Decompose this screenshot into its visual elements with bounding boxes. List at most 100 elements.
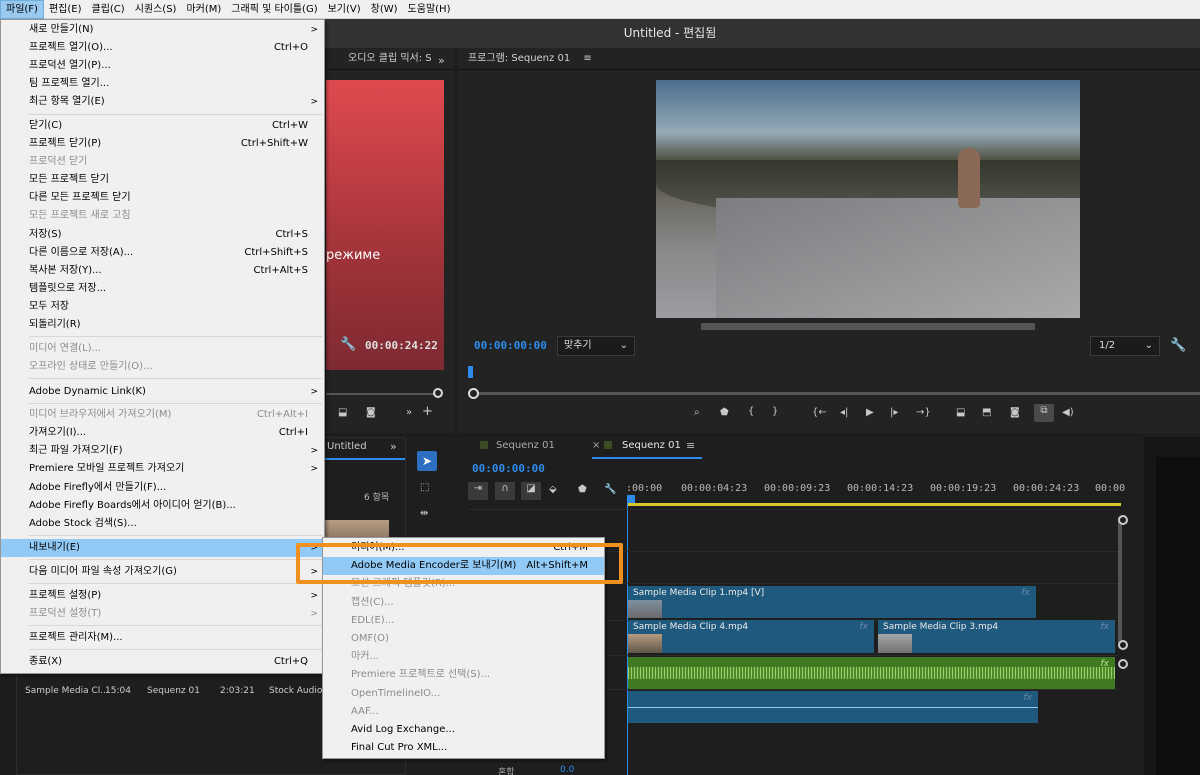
scrollbar-handle[interactable] xyxy=(1118,659,1128,669)
mark-out-icon[interactable]: } xyxy=(772,405,778,419)
file-menu-item-new[interactable]: 새로 만들기(N) > xyxy=(1,21,324,39)
export-item-premiere-project[interactable]: Premiere 프로젝트로 선택(S)... xyxy=(323,666,604,684)
add-icon[interactable]: + xyxy=(422,405,433,419)
more-icon[interactable]: » xyxy=(406,406,412,420)
file-menu-item-close-project[interactable]: 프로젝트 닫기(P) Ctrl+Shift+W xyxy=(1,135,324,153)
file-menu-item-close[interactable]: 닫기(C) Ctrl+W xyxy=(1,117,324,135)
file-menu-item-open-recent[interactable]: 최근 항목 열기(E) > xyxy=(1,93,324,111)
export-item-opentimelineio[interactable]: OpenTimelineIO... xyxy=(323,685,604,703)
source-panel-header[interactable]: 오디오 클립 믹서: S xyxy=(326,48,454,70)
mark-in-icon[interactable]: { xyxy=(748,405,754,419)
project-item-name[interactable]: Sample Media Cl... xyxy=(25,686,109,696)
menu-marker[interactable]: 마커(M) xyxy=(181,0,226,19)
file-menu-item-project-manager[interactable]: 프로젝트 관리자(M)... xyxy=(1,629,324,647)
program-video-frame[interactable] xyxy=(656,80,1080,318)
menu-view[interactable]: 보기(V) xyxy=(323,0,366,19)
menu-file[interactable]: 파일(F) xyxy=(0,0,44,19)
panel-overflow-icon[interactable]: » xyxy=(390,440,397,454)
file-menu-item-open-production[interactable]: 프로덕션 열기(P)... xyxy=(1,57,324,75)
file-menu-item-save-all[interactable]: 모두 저장 xyxy=(1,298,324,316)
camera-icon[interactable]: ◙ xyxy=(366,406,376,420)
fit-select[interactable]: 맞추기 ⌄ xyxy=(557,336,635,356)
wrench-icon[interactable]: 🔧 xyxy=(604,483,616,497)
menu-window[interactable]: 창(W) xyxy=(366,0,403,19)
audio-clip[interactable]: fx xyxy=(628,657,1115,689)
track-select-icon[interactable]: ⬚ xyxy=(420,481,429,495)
file-menu-item-export[interactable]: 내보내기(E) > xyxy=(1,539,324,557)
menu-sequence[interactable]: 시퀀스(S) xyxy=(130,0,182,19)
video-clip[interactable]: Sample Media Clip 1.mp4 [V] fx xyxy=(628,586,1036,618)
file-menu-item-project-settings[interactable]: 프로젝트 설정(P) > xyxy=(1,587,324,605)
snap-icon[interactable]: ∩ xyxy=(495,482,515,500)
speaker-icon[interactable]: ◀) xyxy=(1062,406,1074,420)
linked-selection-icon[interactable]: ◪ xyxy=(521,482,541,500)
timeline-timecode[interactable]: 00:00:00:00 xyxy=(472,462,545,475)
export-item-avid-log[interactable]: Avid Log Exchange... xyxy=(323,721,604,739)
menu-edit[interactable]: 편집(E) xyxy=(44,0,87,19)
lift-icon[interactable]: ⬓ xyxy=(956,406,965,420)
wrench-icon[interactable]: 🔧 xyxy=(340,338,356,352)
source-scrub-bar[interactable] xyxy=(326,393,436,395)
timeline-tab[interactable]: Sequenz 01 xyxy=(496,440,555,451)
file-menu-item-refresh-all[interactable]: 모든 프로젝트 새로 고침 xyxy=(1,207,324,225)
file-menu-item-save-copy[interactable]: 복사본 저장(Y)... Ctrl+Alt+S xyxy=(1,262,324,280)
overwrite-icon[interactable]: ⬓ xyxy=(338,406,347,420)
scrollbar-handle[interactable] xyxy=(1118,515,1128,525)
export-item-motion-graphics[interactable]: 모션 그래픽 템플릿(R)... xyxy=(323,575,604,593)
file-menu-item-save-template[interactable]: 템플릿으로 저장... xyxy=(1,280,324,298)
nest-icon[interactable]: ⇥ xyxy=(468,482,488,500)
file-menu-item-import-mobile[interactable]: Premiere 모바일 프로젝트 가져오기 > xyxy=(1,460,324,478)
project-tab[interactable]: Untitled xyxy=(327,441,367,452)
export-item-aaf[interactable]: AAF... xyxy=(323,703,604,721)
play-icon[interactable]: ▶ xyxy=(866,406,874,420)
mix-value[interactable]: 0.0 xyxy=(560,765,574,775)
project-item-name[interactable]: Sequenz 01 xyxy=(147,686,200,696)
step-forward-icon[interactable]: |▸ xyxy=(890,406,898,420)
wrench-icon[interactable]: 🔧 xyxy=(1170,339,1186,353)
audio-clip[interactable]: fx xyxy=(628,691,1038,723)
file-menu-item-dynamic-link[interactable]: Adobe Dynamic Link(K) > xyxy=(1,383,324,401)
go-to-in-icon[interactable]: {← xyxy=(812,406,827,420)
file-menu-item-open-project[interactable]: 프로젝트 열기(O)... Ctrl+O xyxy=(1,39,324,57)
file-menu-item-link-media[interactable]: 미디어 연결(L)... xyxy=(1,340,324,358)
ripple-edit-icon[interactable]: ⇹ xyxy=(420,507,428,521)
file-menu-item-import-recent[interactable]: 최근 파일 가져오기(F) > xyxy=(1,442,324,460)
scrollbar-handle[interactable] xyxy=(1118,640,1128,650)
work-area-bar[interactable] xyxy=(627,503,1121,506)
step-back-icon[interactable]: ◂| xyxy=(840,406,848,420)
file-menu-item-make-offline[interactable]: 오프라인 상태로 만들기(O)... xyxy=(1,358,324,376)
export-item-captions[interactable]: 캡션(C)... xyxy=(323,594,604,612)
menu-clip[interactable]: 클립(C) xyxy=(87,0,130,19)
export-item-markers[interactable]: 마커... xyxy=(323,648,604,666)
extract-clip-icon[interactable]: ⬒ xyxy=(982,406,991,420)
hamburger-icon[interactable]: ≡ xyxy=(583,53,591,64)
marker-icon[interactable]: ⬟ xyxy=(720,406,729,420)
export-item-edl[interactable]: EDL(E)... xyxy=(323,612,604,630)
vertical-scrollbar[interactable] xyxy=(1118,517,1122,645)
add-marker-icon[interactable]: ⬙ xyxy=(549,483,557,497)
panel-overflow-icon[interactable]: » xyxy=(438,54,445,68)
export-item-media-encoder[interactable]: Adobe Media Encoder로 보내기(M) Alt+Shift+M xyxy=(323,557,604,575)
extract-icon[interactable]: ⌕ xyxy=(694,406,700,420)
program-timecode[interactable]: 00:00:00:00 xyxy=(474,339,547,352)
export-item-omf[interactable]: OMF(O) xyxy=(323,630,604,648)
camera-icon[interactable]: ◙ xyxy=(1010,406,1020,420)
frame-scrollbar[interactable] xyxy=(701,323,1035,330)
selection-tool-icon[interactable]: ➤ xyxy=(417,451,437,471)
export-item-fcp-xml[interactable]: Final Cut Pro XML... xyxy=(323,739,604,757)
file-menu-item-production-settings[interactable]: 프로덕션 설정(T) > xyxy=(1,605,324,623)
file-menu-item-close-other-projects[interactable]: 다른 모든 프로젝트 닫기 xyxy=(1,189,324,207)
file-menu-item-open-team-project[interactable]: 팀 프로젝트 열기... xyxy=(1,75,324,93)
file-menu-item-save[interactable]: 저장(S) Ctrl+S xyxy=(1,226,324,244)
compare-view-icon[interactable]: ⧉ xyxy=(1034,404,1054,422)
program-title[interactable]: 프로그램: Sequenz 01 xyxy=(468,53,570,64)
source-playhead[interactable] xyxy=(433,388,443,398)
close-icon[interactable]: × xyxy=(592,440,600,451)
program-playhead[interactable] xyxy=(468,388,479,399)
file-menu-item-import-media-browser[interactable]: 미디어 브라우저에서 가져오기(M) Ctrl+Alt+I xyxy=(1,406,324,424)
program-scrub-bar[interactable] xyxy=(468,392,1200,395)
video-clip[interactable]: Sample Media Clip 4.mp4 fx xyxy=(628,620,874,653)
timeline-tab-active[interactable]: Sequenz 01 xyxy=(622,440,681,451)
file-menu-item-exit[interactable]: 종료(X) Ctrl+Q xyxy=(1,653,324,671)
file-menu-item-firefly-boards[interactable]: Adobe Firefly Boards에서 아이디어 얻기(B)... xyxy=(1,497,324,515)
